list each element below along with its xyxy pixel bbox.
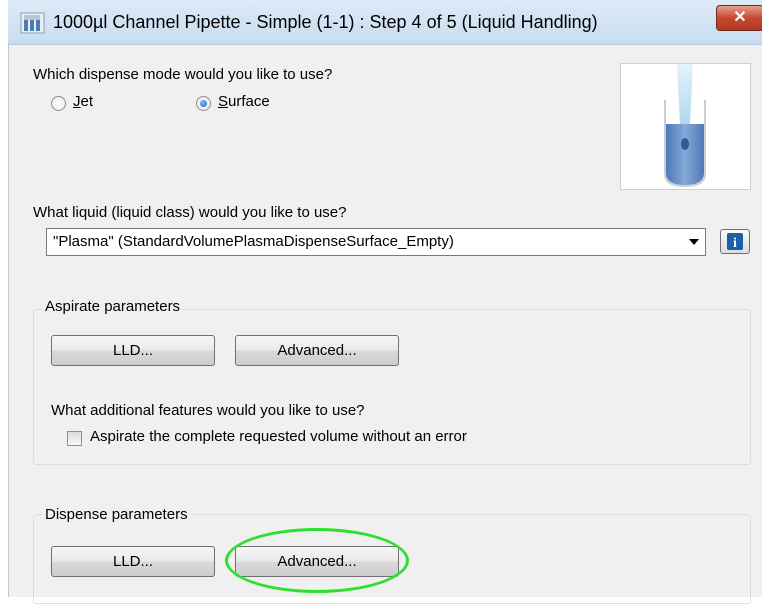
info-icon-glyph: i: [733, 236, 737, 251]
radio-surface-label[interactable]: Surface: [218, 93, 270, 110]
aspirate-group-label: Aspirate parameters: [42, 298, 184, 315]
dispense-advanced-button[interactable]: Advanced...: [235, 546, 399, 577]
dispense-mode-question: Which dispense mode would you like to us…: [33, 66, 332, 83]
aspirate-complete-volume-label[interactable]: Aspirate the complete requested volume w…: [90, 428, 467, 445]
radio-surface-rest: urface: [228, 93, 270, 110]
dispense-preview-image: [620, 63, 751, 190]
info-icon: i: [727, 233, 743, 251]
pipette-app-icon: [20, 12, 45, 34]
dispense-lld-button[interactable]: LLD...: [51, 546, 215, 577]
aspirate-lld-button[interactable]: LLD...: [51, 335, 215, 366]
aspirate-complete-volume-checkbox[interactable]: [67, 431, 82, 446]
close-icon: ✕: [733, 9, 747, 26]
window-title: 1000µl Channel Pipette - Simple (1-1) : …: [53, 12, 598, 32]
radio-surface[interactable]: [196, 96, 211, 111]
title-bar: 1000µl Channel Pipette - Simple (1-1) : …: [8, 0, 762, 45]
close-button[interactable]: ✕: [716, 5, 762, 31]
radio-jet-label[interactable]: Jet: [73, 93, 93, 110]
radio-jet-rest: et: [80, 93, 94, 110]
radio-jet-accel: J: [73, 93, 81, 110]
dropdown-arrow-icon[interactable]: [689, 239, 699, 245]
tube-illustration: [664, 64, 706, 188]
dispense-mode-question-text: Which dispense mode would you like to us…: [33, 66, 333, 83]
aspirate-advanced-button[interactable]: Advanced...: [235, 335, 399, 366]
liquid-class-question: What liquid (liquid class) would you lik…: [33, 204, 347, 221]
radio-surface-accel: S: [218, 93, 229, 110]
additional-features-question: What additional features would you like …: [51, 402, 365, 419]
radio-jet[interactable]: [51, 96, 66, 111]
info-button[interactable]: i: [720, 229, 750, 254]
liquid-class-value: "Plasma" (StandardVolumePlasmaDispenseSu…: [53, 233, 454, 250]
dispense-group-label: Dispense parameters: [42, 506, 191, 523]
liquid-class-combobox[interactable]: "Plasma" (StandardVolumePlasmaDispenseSu…: [46, 228, 706, 256]
